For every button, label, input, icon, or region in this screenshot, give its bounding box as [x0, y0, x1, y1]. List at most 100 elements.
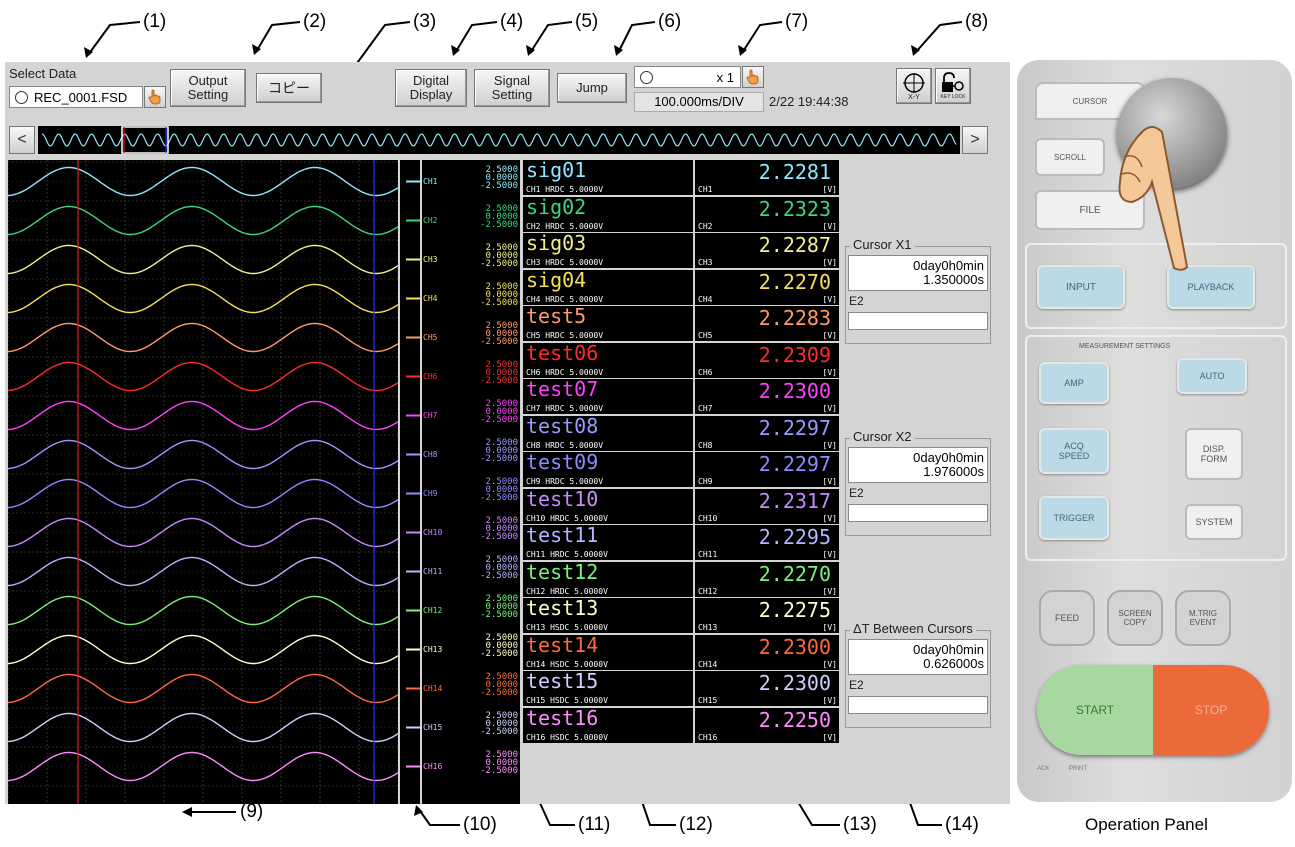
channel-tag: CH16: [423, 761, 443, 771]
signal-setting-button[interactable]: Signal Setting: [474, 69, 550, 107]
channel-tag: CH11: [423, 566, 443, 576]
stop-key[interactable]: STOP: [1153, 665, 1269, 755]
output-setting-button[interactable]: Output Setting: [170, 69, 246, 107]
signal-range: CH16 HSDC 5.0000V: [526, 732, 608, 742]
datetime: 2/22 19:44:38: [769, 94, 849, 109]
hand-icon: [148, 89, 161, 105]
signal-range: CH6 HRDC 5.0000V: [526, 367, 604, 377]
signal-name: test15: [526, 669, 599, 693]
feed-key[interactable]: FEED: [1039, 590, 1095, 646]
signal-name: sig01: [526, 158, 587, 182]
cursor-x1-label: Cursor X1: [850, 237, 915, 252]
value-number: 2.2283: [758, 306, 831, 330]
signal-name-cell[interactable]: test10 CH10 HRDC 5.0000V: [523, 487, 693, 524]
signal-range: CH12 HRDC 5.0000V: [526, 586, 608, 596]
xy-icon: [903, 72, 925, 93]
callout-10: (10): [463, 814, 497, 835]
value-channel: CH5: [698, 331, 713, 340]
value-number: 2.2323: [758, 196, 831, 221]
value-channel: CH10: [698, 513, 718, 523]
value-number: 2.2295: [758, 525, 831, 549]
signal-range: CH10 HRDC 5.0000V: [526, 513, 608, 523]
signal-name-cell[interactable]: test11 CH11 HRDC 5.0000V: [523, 523, 693, 560]
signal-name-cell[interactable]: test09 CH9 HRDC 5.0000V: [523, 450, 693, 487]
signal-name-cell[interactable]: test07 CH7 HRDC 5.0000V: [523, 377, 693, 414]
channel-tag: CH7: [423, 410, 438, 420]
channel-tag: CH2: [423, 215, 438, 225]
signal-name-cell[interactable]: test5 CH5 HRDC 5.0000V: [523, 304, 693, 341]
delta-t-e2-label: E2: [849, 678, 864, 692]
scale-bottom: -2.5000: [480, 766, 518, 776]
digital-value-cell: CH12 2.2270 [V]: [695, 561, 839, 597]
amp-key[interactable]: AMP: [1039, 362, 1109, 404]
signal-name-cell[interactable]: test13 CH13 HSDC 5.0000V: [523, 596, 693, 633]
acq-speed-key[interactable]: ACQ SPEED: [1039, 428, 1109, 474]
trigger-key[interactable]: TRIGGER: [1039, 496, 1109, 540]
xy-button[interactable]: X-Y: [896, 68, 932, 104]
file-select-field[interactable]: REC_0001.FSD: [9, 86, 143, 108]
channel-tag: CH15: [423, 722, 443, 732]
digital-value-cell: CH3 2.2287 [V]: [695, 233, 839, 268]
signal-name-cell[interactable]: test14 CH14 HSDC 5.0000V: [523, 632, 693, 670]
copy-button[interactable]: コピー: [256, 73, 322, 103]
signal-range: CH4 HRDC 5.0000V: [526, 294, 604, 304]
scale-bottom: -2.5000: [480, 532, 518, 542]
value-number: 2.2300: [758, 671, 831, 695]
cursor-x1-time: 0day0h0min 1.350000s: [848, 255, 988, 291]
value-unit: [V]: [822, 732, 837, 742]
start-key[interactable]: START: [1037, 665, 1153, 755]
value-channel: CH7: [698, 404, 713, 413]
signal-name-cell[interactable]: test12 CH12 HRDC 5.0000V: [523, 560, 693, 597]
scale-label: 2.5000 0.0000 -2.5000: [480, 166, 518, 191]
callout-4: (4): [500, 11, 524, 32]
zoom-hand-button[interactable]: [742, 66, 764, 88]
disp-form-key[interactable]: DISP. FORM: [1185, 428, 1243, 480]
toolbar: Select Data REC_0001.FSD Output Setting …: [5, 62, 1010, 118]
scale-label: 2.5000 0.0000 -2.5000: [480, 712, 518, 737]
scale-label: 2.5000 0.0000 -2.5000: [480, 478, 518, 503]
key-lock-label: KEY LOCK: [940, 94, 966, 100]
digital-display-button[interactable]: Digital Display: [395, 69, 467, 107]
waveform-area[interactable]: [7, 160, 399, 804]
scale-bottom: -2.5000: [480, 688, 518, 698]
signal-name: test5: [526, 304, 587, 328]
scale-bottom: -2.5000: [480, 337, 518, 347]
m-trig-event-key[interactable]: M.TRIG EVENT: [1175, 590, 1231, 646]
value-unit: [V]: [822, 367, 837, 377]
zoom-field[interactable]: x 1: [634, 66, 741, 88]
signal-name: test14: [526, 632, 599, 657]
value-number: 2.2281: [758, 160, 831, 184]
scroll-right-button[interactable]: >: [962, 126, 988, 154]
signal-name-cell[interactable]: test15 CH15 HSDC 5.0000V: [523, 669, 693, 706]
file-select-hand-button[interactable]: [144, 86, 166, 108]
scale-label: 2.5000 0.0000 -2.5000: [480, 556, 518, 581]
overview-waveform[interactable]: [38, 126, 960, 154]
signal-name-cell[interactable]: test16 CH16 HSDC 5.0000V: [523, 706, 693, 743]
signal-name-cell[interactable]: test08 CH8 HRDC 5.0000V: [523, 414, 693, 451]
signal-name-cell[interactable]: sig02 CH2 HRDC 5.0000V: [523, 195, 693, 232]
channel-tag: CH1: [423, 176, 438, 186]
signal-name-cell[interactable]: sig03 CH3 HRDC 5.0000V: [523, 231, 693, 268]
jump-button[interactable]: Jump: [557, 73, 627, 103]
key-lock-button[interactable]: KEY LOCK: [935, 68, 971, 104]
auto-key[interactable]: AUTO: [1177, 358, 1247, 394]
signal-name: sig03: [526, 231, 587, 255]
channel-tag: CH3: [423, 254, 438, 264]
value-number: 2.2297: [758, 452, 831, 476]
scroll-left-button[interactable]: <: [9, 126, 35, 154]
system-key[interactable]: SYSTEM: [1185, 504, 1243, 540]
cursor-x1-e2-label: E2: [849, 294, 864, 308]
scale-label: 2.5000 0.0000 -2.5000: [480, 517, 518, 542]
signal-name-cell[interactable]: sig04 CH4 HRDC 5.0000V: [523, 268, 693, 305]
scroll-key[interactable]: SCROLL: [1035, 138, 1105, 176]
signal-name-cell[interactable]: sig01 CH1 HRDC 5.0000V: [523, 158, 693, 195]
screen-copy-key[interactable]: SCREEN COPY: [1107, 590, 1163, 646]
value-channel: CH9: [698, 477, 713, 486]
value-channel: CH6: [698, 367, 713, 377]
callout-9: (9): [240, 801, 264, 822]
signal-name-cell[interactable]: test06 CH6 HRDC 5.0000V: [523, 341, 693, 378]
signal-range: CH15 HSDC 5.0000V: [526, 696, 608, 705]
channel-tag: CH6: [423, 371, 438, 381]
signal-range: CH14 HSDC 5.0000V: [526, 659, 608, 669]
channel-tag: CH8: [423, 449, 438, 459]
